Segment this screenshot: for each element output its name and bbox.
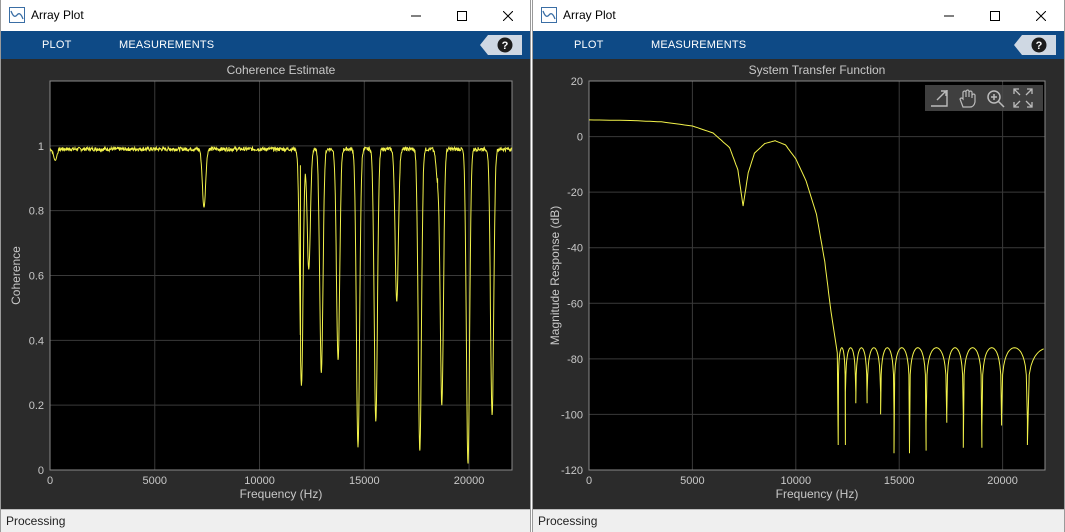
toolstrip: PLOT MEASUREMENTS ? (533, 31, 1064, 59)
x-tick-label: 0 (47, 475, 53, 487)
y-tick-label: -20 (567, 187, 583, 199)
x-tick-label: 10000 (244, 475, 275, 487)
axes-background (589, 81, 1045, 470)
maximize-button[interactable] (439, 0, 485, 31)
y-tick-label: 0 (38, 465, 44, 477)
array-plot-app-icon (9, 7, 25, 23)
y-tick-label: -120 (561, 465, 583, 477)
svg-text:?: ? (502, 40, 509, 52)
y-tick-label: -80 (567, 354, 583, 366)
tab-measurements[interactable]: MEASUREMENTS (119, 39, 214, 51)
y-axis-label: Coherence (9, 246, 23, 305)
window-title: Array Plot (31, 8, 84, 22)
x-axis-label: Frequency (Hz) (240, 487, 323, 501)
help-button[interactable]: ? (1014, 35, 1056, 55)
x-tick-label: 20000 (987, 475, 1018, 487)
array-plot-app-icon (541, 7, 557, 23)
close-icon (503, 10, 513, 21)
x-axis-label: Frequency (Hz) (776, 487, 859, 501)
status-bar: Processing (533, 509, 1064, 532)
y-tick-label: 1 (38, 141, 44, 153)
tab-measurements[interactable]: MEASUREMENTS (651, 39, 746, 51)
chart-title: Coherence Estimate (227, 63, 336, 77)
plot-area: Coherence Estimate 0 5000 10000 15000 20000 0 0… (1, 59, 530, 509)
maximize-icon (457, 10, 467, 21)
y-tick-label: 0 (577, 132, 583, 144)
maximize-button[interactable] (972, 0, 1018, 31)
minimize-button[interactable] (393, 0, 439, 31)
coherence-chart[interactable]: Coherence Estimate 0 5000 10000 15000 20000 0 0… (1, 59, 532, 509)
window-title: Array Plot (563, 8, 616, 22)
y-tick-label: -60 (567, 298, 583, 310)
status-text: Processing (6, 514, 66, 528)
y-tick-label: 0.2 (29, 400, 44, 412)
title-bar[interactable]: Array Plot (533, 0, 1064, 31)
help-button[interactable]: ? (480, 35, 522, 55)
svg-text:?: ? (1036, 40, 1043, 52)
minimize-icon (411, 15, 421, 16)
close-button[interactable] (485, 0, 531, 31)
minimize-button[interactable] (926, 0, 972, 31)
maximize-icon (990, 10, 1000, 21)
y-tick-label: -100 (561, 409, 583, 421)
chart-title: System Transfer Function (749, 63, 886, 77)
y-tick-label: 0.6 (29, 271, 44, 283)
x-tick-label: 15000 (349, 475, 380, 487)
y-tick-label: -40 (567, 243, 583, 255)
axes-toolbar[interactable] (925, 85, 1043, 111)
tab-plot[interactable]: PLOT (574, 39, 604, 51)
y-tick-label: 0.4 (29, 335, 44, 347)
x-tick-label: 15000 (884, 475, 915, 487)
status-bar: Processing (1, 509, 530, 532)
axes-toolbar-bg (925, 85, 1043, 111)
close-button[interactable] (1018, 0, 1064, 31)
tab-plot[interactable]: PLOT (42, 39, 72, 51)
x-tick-label: 5000 (143, 475, 167, 487)
transfer-function-chart[interactable]: System Transfer Function 0 5000 10000 15000 2… (533, 59, 1065, 509)
close-icon (1036, 10, 1046, 21)
status-text: Processing (538, 514, 598, 528)
toolstrip: PLOT MEASUREMENTS ? (1, 31, 530, 59)
array-plot-window-right: Array Plot PLOT MEASUREMENTS ? System Tr… (532, 0, 1065, 532)
x-tick-label: 10000 (781, 475, 812, 487)
x-tick-label: 0 (586, 475, 592, 487)
plot-area: System Transfer Function 0 5000 10000 15000 2… (533, 59, 1064, 509)
y-tick-label: 20 (571, 76, 583, 88)
y-axis-label: Magnitude Response (dB) (548, 206, 562, 345)
x-tick-label: 5000 (680, 475, 704, 487)
array-plot-window-left: Array Plot PLOT MEASUREMENTS ? Coherence… (0, 0, 531, 532)
title-bar[interactable]: Array Plot (1, 0, 530, 31)
minimize-icon (944, 15, 954, 16)
x-tick-label: 20000 (454, 475, 485, 487)
y-tick-label: 0.8 (29, 206, 44, 218)
